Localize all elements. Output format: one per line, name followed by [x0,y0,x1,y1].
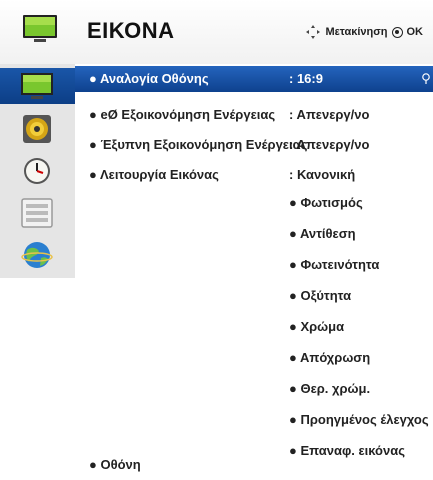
aspect-ratio-label: ● Αναλογία Οθόνης [89,71,209,86]
menu-header: ΕΙΚΟΝΑ Μετακίνηση OK [0,0,433,65]
submenu-item-tint[interactable]: ● Απόχρωση [289,350,370,365]
menu-item-smart-energy-saving[interactable]: ● Έξυπνη Εξοικονόμηση Ενέργειας : Απενερ… [75,132,433,158]
sidebar-item-time[interactable] [0,153,75,189]
navigation-arrows-icon [306,25,321,39]
category-sidebar [0,64,76,278]
sidebar-item-picture[interactable] [0,68,75,104]
sidebar-item-options[interactable] [0,237,75,273]
tv-picture-icon [23,15,57,42]
smart-energy-saving-label: ● Έξυπνη Εξοικονόμηση Ενέργειας [89,137,308,152]
page-title: ΕΙΚΟΝΑ [87,18,175,43]
hint-move-label: Μετακίνηση [325,26,388,38]
aspect-ratio-value: : 16:9 [289,71,323,86]
menu-item-aspect-ratio[interactable]: ● Αναλογία Οθόνης : 16:9 [75,66,433,92]
pin-icon [422,73,430,84]
submenu-item-contrast[interactable]: ● Αντίθεση [289,226,356,241]
menu-content: ● Αναλογία Οθόνης : 16:9 ● eØ Εξοικονόμη… [75,64,433,480]
tv-picture-icon [21,73,53,99]
sidebar-item-lock[interactable] [0,195,75,231]
smart-energy-saving-value: : Απενεργ/νο [289,137,370,152]
clock-icon [24,158,50,184]
sidebar-item-audio[interactable] [0,111,75,147]
menu-item-picture-mode[interactable]: ● Λειτουργία Εικόνας : Κανονική [75,162,433,188]
globe-icon [21,242,53,268]
ok-button-icon [391,26,403,38]
screen-label: ● Οθόνη [89,457,141,472]
lock-settings-icon [21,198,53,228]
submenu-item-color[interactable]: ● Χρώμα [289,319,344,334]
submenu-item-color-temperature[interactable]: ● Θερ. χρώμ. [289,381,370,396]
picture-mode-label: ● Λειτουργία Εικόνας [89,167,219,182]
energy-saving-label: ● eØ Εξοικονόμηση Ενέργειας [89,107,276,122]
submenu-item-advanced-control[interactable]: ● Προηγμένος έλεγχος [289,412,429,427]
submenu-item-sharpness[interactable]: ● Οξύτητα [289,288,351,303]
submenu-item-backlight[interactable]: ● Φωτισμός [289,195,363,210]
submenu-item-brightness[interactable]: ● Φωτεινότητα [289,257,379,272]
picture-mode-value: : Κανονική [289,167,356,182]
picture-menu: ΕΙΚΟΝΑ Μετακίνηση OK ● Αναλογία Οθόνης:… [0,0,433,480]
hint-ok-label: OK [406,26,424,38]
menu-item-screen[interactable]: ● Οθόνη [75,452,433,478]
navigation-hint: Μετακίνηση OK [305,24,423,40]
speaker-icon [23,115,51,143]
menu-item-energy-saving[interactable]: ● eØ Εξοικονόμηση Ενέργειας : Απενεργ/νο [75,102,433,128]
energy-saving-value: : Απενεργ/νο [289,107,370,122]
